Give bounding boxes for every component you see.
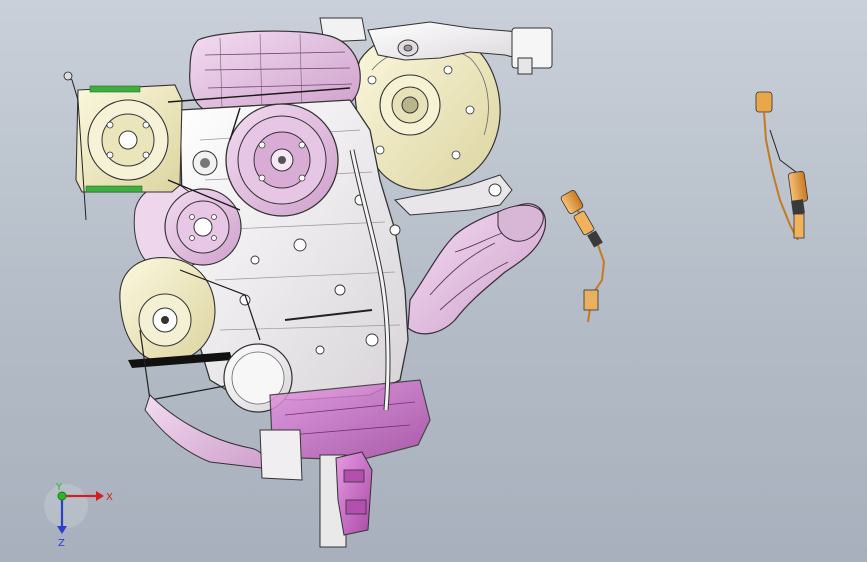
y-axis-label: Y [55,482,63,493]
z-axis-label: Z [58,538,65,549]
triad-disc [44,484,88,528]
y-axis-dot [57,491,67,501]
coordinate-triad: X Y Z [44,482,113,549]
x-arrowhead-icon [96,491,104,501]
cad-viewport[interactable]: X Y Z [0,0,867,562]
z-arrowhead-icon [57,526,67,534]
x-axis-label: X [106,492,113,503]
